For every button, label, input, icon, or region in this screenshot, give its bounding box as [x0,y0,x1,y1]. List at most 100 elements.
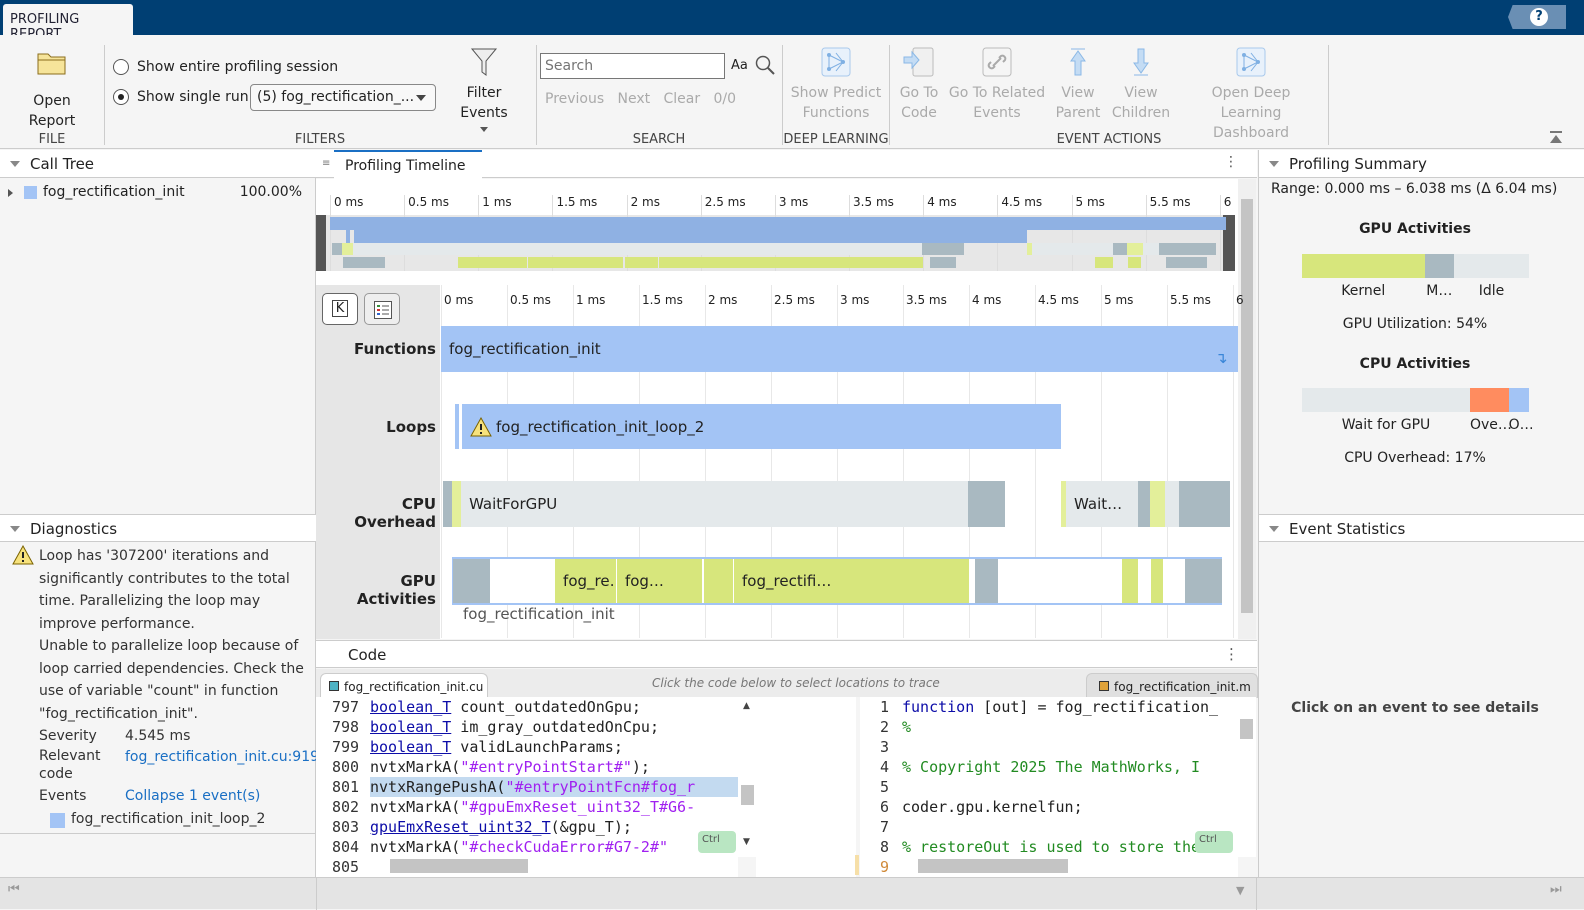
code-line[interactable]: 799 boolean_T validLaunchParams; [316,737,738,757]
code-line[interactable]: 801 nvtxRangePushA("#entryPointFcn#fog_r [316,777,738,797]
code-line[interactable]: 800 nvtxMarkA("#entryPointStart#"); [316,757,738,777]
cpu-event[interactable] [967,481,1006,527]
code-line[interactable]: 5 [860,777,1238,797]
loops-event[interactable]: fog_rectification_init_loop_2 [461,404,1061,449]
scrollbar-thumb[interactable] [1240,719,1253,739]
code-line[interactable]: 1 function [out] = fog_rectification_ [860,697,1238,717]
more-options-icon[interactable]: ⋮ [1224,154,1238,170]
go-to-related-events-button[interactable]: Go To Related Events [948,47,1046,123]
cpu-event[interactable] [1165,481,1179,527]
show-predict-functions-button[interactable]: Show Predict Functions [788,47,884,123]
tab-profiling-timeline[interactable]: Profiling Timeline [334,150,482,179]
code-line[interactable]: 8 % restoreOut is used to store the o [860,837,1238,857]
go-to-children-icon[interactable]: ↴ [1215,349,1228,367]
drag-handle-icon[interactable]: ≡ [322,158,330,169]
gpu-event[interactable] [703,559,733,603]
more-options-icon[interactable]: ⋮ [1224,645,1239,663]
code-line[interactable]: 4 % Copyright 2025 The MathWorks, I [860,757,1238,777]
line-number: 3 [880,738,890,756]
m-vertical-scrollbar[interactable] [1238,697,1256,857]
tab-m-file[interactable]: fog_rectification_init.m [1086,673,1258,698]
cpu-summary-segment [1469,388,1509,412]
collapse-right-icon[interactable]: ⏭ [1550,882,1562,897]
filter-events-button[interactable]: Filter Events [442,47,526,132]
code-line[interactable]: 2% [860,717,1238,737]
search-icon[interactable] [754,54,776,76]
timeline-main[interactable]: 0 ms 0.5 ms 1 ms 1.5 ms 2 ms 2.5 ms 3 ms 3.5 ms… [441,285,1244,638]
overview-left-handle[interactable] [316,215,326,271]
code-line[interactable]: 804 nvtxMarkA("#checkCudaError#G7-2#" [316,837,738,857]
cpu-event[interactable]: Wait… [1066,481,1138,527]
functions-event[interactable]: fog_rectification_init [441,326,1239,372]
gpu-event[interactable] [1184,559,1223,603]
collapse-left-icon[interactable]: ⏮ [8,882,20,897]
cpu-legend-label: O… [1508,417,1534,433]
timeline-scrollbar[interactable] [1238,179,1256,639]
search-input[interactable] [540,53,725,79]
collapse-bottom-icon[interactable]: ▼ [1236,884,1244,897]
gpu-event[interactable]: fog… [616,559,702,603]
diagnostic-message: Loop has '307200' iterations and signifi… [39,548,290,632]
previous-button[interactable]: Previous [545,91,604,107]
diagnostics-header[interactable]: Diagnostics [0,514,316,542]
code-line[interactable]: 797 boolean_T count_outdatedOnGpu; [316,697,738,717]
call-tree-item[interactable]: fog_rectification_init 100.00% [0,184,316,204]
cpu-event[interactable] [1179,481,1230,527]
event-statistics-header[interactable]: Event Statistics [1258,514,1584,542]
code-line[interactable]: 802 nvtxMarkA("#gpuEmxReset_uint32_T#G6- [316,797,738,817]
tab-cu-file[interactable]: fog_rectification_init.cu [320,673,488,698]
m-horizontal-scrollbar[interactable] [904,857,1238,875]
cu-horizontal-scrollbar[interactable] [374,857,738,875]
open-report-button[interactable]: Open Report [8,49,96,131]
code-line[interactable]: 6 coder.gpu.kernelfun; [860,797,1238,817]
show-entire-radio[interactable]: Show entire profiling session [113,59,338,75]
code-line[interactable]: 7 [860,817,1238,837]
cu-vertical-scrollbar[interactable]: ▲ ▼ [738,697,756,857]
gpu-event[interactable] [1121,559,1138,603]
next-button[interactable]: Next [618,91,651,107]
gpu-event[interactable] [974,559,999,603]
cpu-event[interactable]: WaitForGPU [461,481,968,527]
code-line[interactable]: 3 [860,737,1238,757]
gpu-event[interactable] [1151,559,1164,603]
legend-button[interactable] [364,293,400,325]
run-select[interactable]: (5) fog_rectification_... [250,84,436,111]
scrollbar-thumb[interactable] [1241,199,1253,613]
gpu-event[interactable] [453,559,490,603]
timeline-overview[interactable]: 0 ms 0.5 ms 1 ms 1.5 ms 2 ms 2.5 ms 3 ms 3.5 ms… [316,179,1238,271]
code-line[interactable]: 803 gpuEmxReset_uint32_T(&gpu_T); [316,817,738,837]
view-children-button[interactable]: View Children [1110,47,1172,123]
cpu-event[interactable] [442,481,452,527]
loop-color-swatch [50,813,65,828]
keyboard-shortcuts-button[interactable]: K [322,293,358,325]
collapse-toolstrip-button[interactable] [1550,131,1562,143]
scrollbar-thumb[interactable] [741,785,754,805]
scrollbar-thumb[interactable] [918,859,1068,873]
code-line[interactable]: 798 boolean_T im_gray_outdatedOnCpu; [316,717,738,737]
cpu-event[interactable] [1149,481,1166,527]
gpu-event[interactable]: fog_rectifi… [734,559,969,603]
match-case-button[interactable]: Aa [731,58,748,73]
help-button[interactable]: ? [1508,5,1566,29]
collapse-triangle-icon [1269,526,1279,532]
gpu-event[interactable]: fog_re… [555,559,617,603]
profiling-summary-header[interactable]: Profiling Summary [1258,150,1584,178]
diagnostic-event-item[interactable]: fog_rectification_init_loop_2 [71,808,265,831]
show-single-radio[interactable]: Show single run [113,89,249,105]
open-deep-learning-dashboard-button[interactable]: Open Deep Learning Dashboard [1180,47,1322,143]
clear-button[interactable]: Clear [664,91,701,107]
expand-icon[interactable] [8,189,13,197]
m-code-editor[interactable]: 1 function [out] = fog_rectification_ 2% 3 4… [860,697,1238,877]
go-to-code-button[interactable]: Go To Code [894,47,944,123]
view-parent-button[interactable]: View Parent [1054,47,1102,123]
call-tree-header[interactable]: Call Tree [0,150,316,178]
gpu-summary-segment [1424,254,1455,278]
cpu-event[interactable] [451,481,462,527]
loops-event[interactable] [454,404,459,449]
collapse-events-link[interactable]: Collapse 1 event(s) [125,785,260,808]
relevant-code-link[interactable]: fog_rectification_init.cu:919 [125,746,319,769]
tab-profiling-report[interactable]: PROFILING REPORT [3,4,133,42]
scrollbar-thumb[interactable] [390,859,528,873]
cpu-event[interactable] [1137,481,1150,527]
cu-code-editor[interactable]: 797 boolean_T count_outdatedOnGpu; 798 bool… [316,697,738,877]
